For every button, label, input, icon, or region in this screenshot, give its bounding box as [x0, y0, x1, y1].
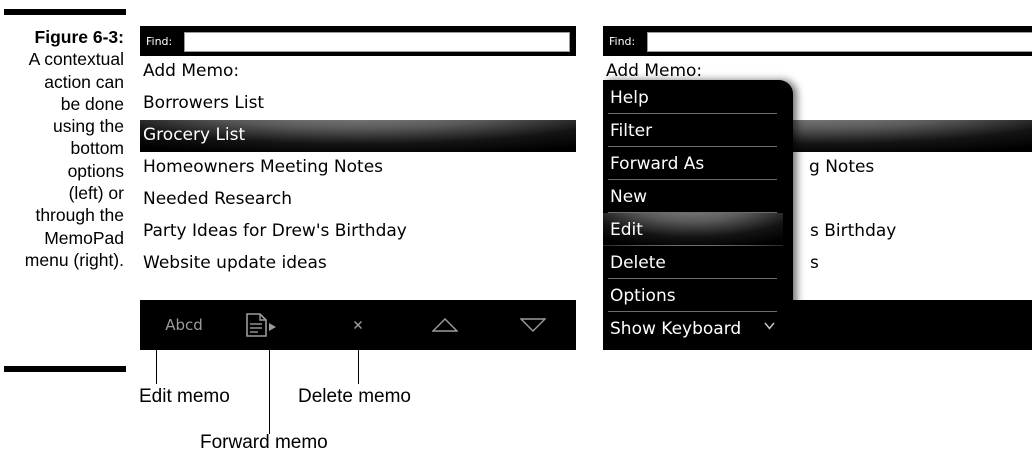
caption-top-rule	[4, 9, 126, 15]
caption-line: through the	[35, 205, 124, 226]
delete-x-icon	[354, 321, 362, 329]
memo-item[interactable]: Homeowners Meeting Notes	[140, 152, 576, 184]
find-bar: Find:	[140, 26, 576, 56]
menu-item-filter[interactable]: Filter	[608, 114, 777, 147]
memo-item-text: s	[810, 253, 819, 273]
memo-list: Add Memo: Borrowers List Grocery List Ho…	[140, 56, 576, 280]
menu-item-forward-as[interactable]: Forward As	[608, 147, 777, 180]
edit-button-label: Abcd	[165, 316, 203, 334]
next-memo-button[interactable]	[506, 312, 560, 338]
memo-item-selected[interactable]: Grocery List	[140, 120, 576, 152]
memopad-screen-right: Find: Add Memo: g Notes s Birthday s Hel…	[603, 26, 1032, 350]
figure-number: Figure 6-3:	[34, 27, 124, 47]
caption-line: A contextual	[28, 49, 124, 70]
edit-memo-callout-line	[156, 334, 157, 384]
memo-item-text: s Birthday	[810, 221, 897, 241]
arrow-up-icon	[432, 318, 458, 332]
menu-item-edit[interactable]: Edit	[603, 213, 783, 246]
caption-line: action can	[44, 71, 124, 92]
chevron-down-icon	[764, 322, 775, 330]
arrow-down-icon	[520, 318, 546, 332]
find-label: Find:	[146, 35, 173, 48]
caption-line: (left) or	[68, 183, 124, 204]
forward-memo-callout-line	[269, 336, 270, 434]
forward-memo-button[interactable]	[238, 312, 282, 338]
memopad-context-menu: Help Filter Forward As New Edit Delete O…	[603, 80, 793, 350]
delete-memo-button[interactable]	[336, 312, 380, 338]
figure-caption: Figure 6-3: A contextual action can be d…	[0, 26, 124, 271]
memo-item[interactable]: Website update ideas	[140, 248, 576, 280]
caption-line: options	[67, 160, 124, 181]
caption-line: MemoPad	[44, 227, 124, 248]
menu-item-delete[interactable]: Delete	[608, 246, 777, 279]
delete-memo-annotation: Delete memo	[298, 386, 411, 407]
caption-bottom-rule	[4, 366, 126, 372]
menu-item-show-keyboard[interactable]: Show Keyboard	[608, 312, 777, 345]
memo-item[interactable]: Borrowers List	[140, 88, 576, 120]
menu-item-help[interactable]: Help	[608, 81, 777, 114]
forward-memo-icon	[246, 313, 276, 337]
edit-memo-button[interactable]: Abcd	[156, 312, 212, 338]
menu-item-options[interactable]: Options	[608, 279, 777, 312]
caption-line: using the	[52, 116, 124, 137]
find-label: Find:	[609, 35, 636, 48]
memo-item-text: g Notes	[809, 157, 875, 177]
forward-memo-annotation: Forward memo	[200, 432, 328, 453]
find-input[interactable]	[184, 32, 570, 52]
memo-item[interactable]: Needed Research	[140, 184, 576, 216]
memo-item-add[interactable]: Add Memo:	[140, 56, 576, 88]
find-bar: Find:	[603, 26, 1032, 56]
find-input[interactable]	[647, 32, 1032, 52]
menu-item-new[interactable]: New	[608, 180, 777, 213]
memopad-screen-left: Find: Add Memo: Borrowers List Grocery L…	[140, 26, 576, 350]
delete-memo-callout-line	[358, 342, 359, 384]
previous-memo-button[interactable]	[420, 312, 470, 338]
caption-line: be done	[60, 93, 124, 114]
caption-line: bottom	[70, 138, 125, 159]
caption-line: menu (right).	[24, 249, 124, 270]
memo-item[interactable]: Party Ideas for Drew's Birthday	[140, 216, 576, 248]
edit-memo-annotation: Edit memo	[139, 386, 230, 407]
menu-item-label: Show Keyboard	[610, 319, 742, 339]
